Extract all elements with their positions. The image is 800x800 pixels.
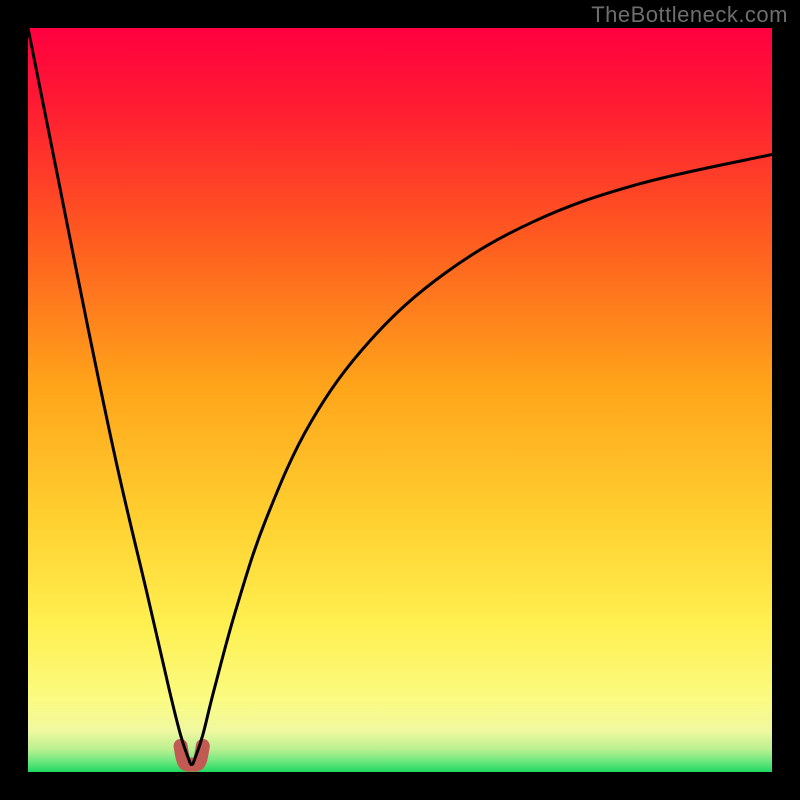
gradient-background bbox=[28, 28, 772, 772]
watermark-text: TheBottleneck.com bbox=[591, 2, 788, 28]
chart-frame: TheBottleneck.com bbox=[0, 0, 800, 800]
bottleneck-chart bbox=[28, 28, 772, 772]
plot-area bbox=[28, 28, 772, 772]
